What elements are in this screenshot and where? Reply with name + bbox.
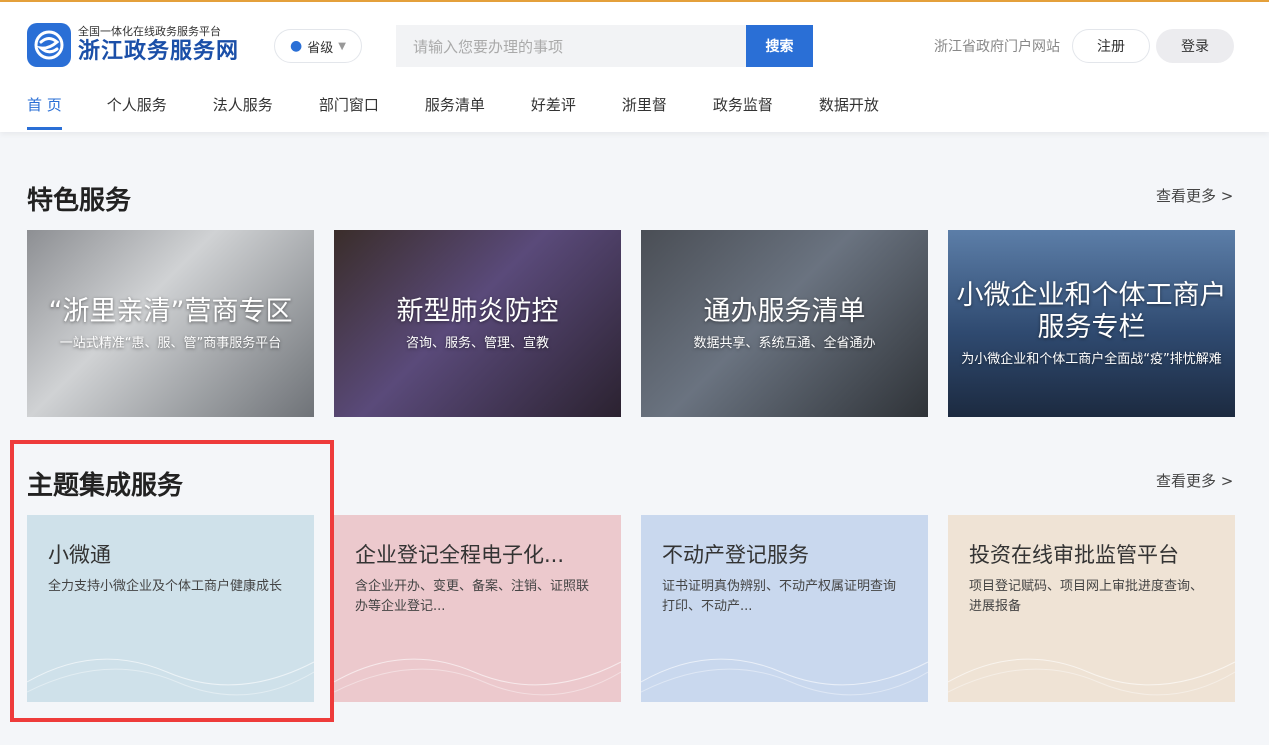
featured-section-title: 特色服务 [27,186,132,216]
logo-icon [27,23,71,67]
featured-card-title: “浙里亲清”营商专区 [48,296,293,327]
logo-title: 浙江政务服务网 [78,39,240,64]
theme-card-title: 投资在线审批监管平台 [969,543,1179,567]
nav-service-list[interactable]: 服务清单 [425,94,485,115]
themes-more-link[interactable]: 查看更多 > [1156,470,1233,491]
nav-gov-supervision[interactable]: 政务监督 [713,94,773,115]
location-pin-icon: ● [290,38,303,54]
chevron-down-icon: ▼ [338,40,346,52]
nav-corporate[interactable]: 法人服务 [213,94,273,115]
featured-card-subtitle: 一站式精准“惠、服、管”商事服务平台 [59,336,282,351]
search-button[interactable]: 搜索 [746,25,813,67]
theme-card-desc: 含企业开办、变更、备案、注销、证照联办等企业登记... [355,579,590,614]
theme-card-title: 企业登记全程电子化... [355,543,565,567]
site-header: 全国一体化在线政务服务平台 浙江政务服务网 ● 省级 ▼ 请输入您要办理的事项 … [0,2,1269,132]
register-button[interactable]: 注册 [1072,29,1150,63]
featured-card-title: 通办服务清单 [703,296,866,327]
featured-card-subtitle: 咨询、服务、管理、宣教 [405,336,549,351]
featured-card-subtitle: 为小微企业和个体工商户全面战“疫”排忧解难 [961,352,1222,367]
featured-card-title: 新型肺炎防控 [396,296,559,327]
wave-decoration-icon [948,658,1235,696]
theme-card-desc: 项目登记赋码、项目网上审批进度查询、进展报备 [969,579,1204,614]
theme-card-real-estate[interactable]: 不动产登记服务 证书证明真伪辨别、不动产权属证明查询打印、不动产... [641,515,928,702]
nav-evaluation[interactable]: 好差评 [531,94,576,115]
nav-zheli-supervise[interactable]: 浙里督 [622,94,667,115]
nav-open-data[interactable]: 数据开放 [819,94,879,115]
nav-personal[interactable]: 个人服务 [107,94,167,115]
main-nav: 首 页 个人服务 法人服务 部门窗口 服务清单 好差评 浙里督 政务监督 数据开… [27,94,879,130]
featured-card-epidemic[interactable]: 新型肺炎防控 咨询、服务、管理、宣教 [334,230,621,417]
theme-card-desc: 证书证明真伪辨别、不动产权属证明查询打印、不动产... [662,579,897,614]
wave-decoration-icon [641,658,928,696]
featured-card-smb[interactable]: 小微企业和个体工商户服务专栏 为小微企业和个体工商户全面战“疫”排忧解难 [948,230,1235,417]
nav-departments[interactable]: 部门窗口 [319,94,379,115]
theme-card-title: 不动产登记服务 [662,543,809,567]
featured-card-service-list[interactable]: 通办服务清单 数据共享、系统互通、全省通办 [641,230,928,417]
featured-more-link[interactable]: 查看更多 > [1156,185,1233,206]
site-logo[interactable]: 全国一体化在线政务服务平台 浙江政务服务网 [27,23,239,67]
featured-card-subtitle: 数据共享、系统互通、全省通办 [693,336,876,351]
login-button[interactable]: 登录 [1156,29,1234,63]
search-placeholder: 请输入您要办理的事项 [413,37,564,56]
gov-portal-link[interactable]: 浙江省政府门户网站 [934,36,1060,56]
featured-card-business[interactable]: “浙里亲清”营商专区 一站式精准“惠、服、管”商事服务平台 [27,230,314,417]
logo-subtitle: 全国一体化在线政务服务平台 [78,25,221,38]
theme-card-enterprise-registration[interactable]: 企业登记全程电子化... 含企业开办、变更、备案、注销、证照联办等企业登记... [334,515,621,702]
theme-card-investment-approval[interactable]: 投资在线审批监管平台 项目登记赋码、项目网上审批进度查询、进展报备 [948,515,1235,702]
featured-card-title: 小微企业和个体工商户服务专栏 [956,280,1227,343]
highlight-annotation-box [10,440,334,722]
wave-decoration-icon [334,658,621,696]
region-selector[interactable]: ● 省级 ▼ [274,29,362,63]
region-label: 省级 [307,40,334,56]
nav-home[interactable]: 首 页 [27,94,62,130]
search-input[interactable]: 请输入您要办理的事项 [396,25,746,67]
